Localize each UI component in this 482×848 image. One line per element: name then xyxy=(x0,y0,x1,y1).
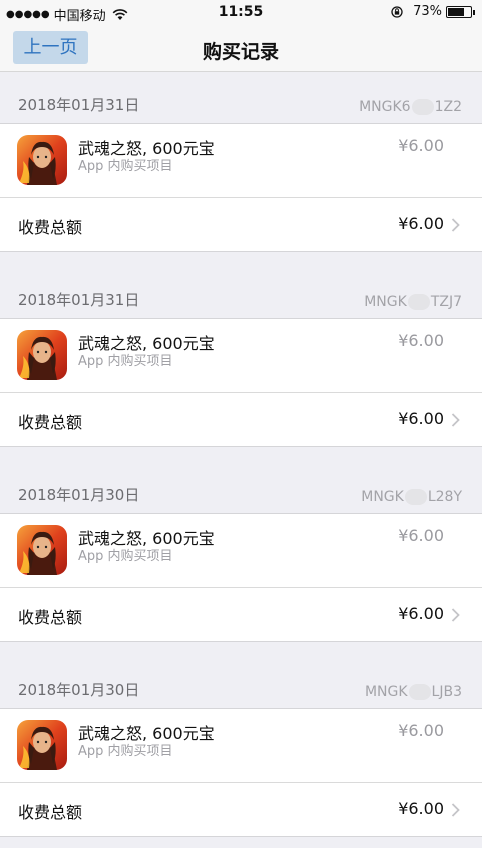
item-type: App 内购买项目 xyxy=(78,159,173,174)
redacted-mark xyxy=(408,684,431,700)
item-type: App 内购买项目 xyxy=(78,354,173,369)
order-id-prefix: MNGK xyxy=(364,294,407,310)
order-id-prefix: MNGK6 xyxy=(359,99,411,115)
order-id-prefix: MNGK xyxy=(364,684,408,700)
purchase-section: 2018年01月30日 MNGK L28Y 武魂之怒, 600元宝 App 内购买… xyxy=(0,462,482,642)
redacted-mark xyxy=(404,489,427,505)
purchase-item-row[interactable]: 武魂之怒, 600元宝 App 内购买项目 ¥6.00 xyxy=(0,319,482,393)
total-amount: ¥6.00 xyxy=(398,604,444,623)
total-row[interactable]: 收费总额 ¥6.00 xyxy=(0,783,482,837)
order-id-suffix: TZJ7 xyxy=(430,294,462,310)
order-id: MNGK TZJ7 xyxy=(364,294,462,310)
total-amount: ¥6.00 xyxy=(398,214,444,233)
item-price: ¥6.00 xyxy=(398,136,444,155)
chevron-right-icon xyxy=(451,803,460,817)
redacted-mark xyxy=(407,294,430,310)
purchase-section: 2018年01月31日 MNGK6 1Z2 武魂之怒, 600元宝 App 内购… xyxy=(0,72,482,252)
chevron-right-icon xyxy=(451,218,460,232)
orientation-lock-icon xyxy=(391,5,403,18)
order-id: MNGK6 1Z2 xyxy=(359,99,462,115)
total-row[interactable]: 收费总额 ¥6.00 xyxy=(0,198,482,252)
total-row[interactable]: 收费总额 ¥6.00 xyxy=(0,393,482,447)
section-header: 2018年01月31日 MNGK TZJ7 xyxy=(0,267,482,319)
item-type: App 内购买项目 xyxy=(78,744,173,759)
total-label: 收费总额 xyxy=(18,413,83,432)
game-app-icon xyxy=(17,720,67,770)
game-app-icon xyxy=(17,525,67,575)
purchase-date: 2018年01月31日 xyxy=(18,291,140,309)
total-label: 收费总额 xyxy=(18,608,83,627)
purchase-section: 2018年01月30日 MNGK LJB3 武魂之怒, 600元宝 App 内购买… xyxy=(0,657,482,837)
item-price: ¥6.00 xyxy=(398,526,444,545)
status-bar: ●●●●● 中国移动 11:55 73% xyxy=(0,0,482,26)
order-id-suffix: L28Y xyxy=(427,489,462,505)
purchase-date: 2018年01月30日 xyxy=(18,486,140,504)
section-header: 2018年01月31日 MNGK6 1Z2 xyxy=(0,72,482,124)
total-label: 收费总额 xyxy=(18,218,83,237)
total-amount: ¥6.00 xyxy=(398,799,444,818)
purchase-item-row[interactable]: 武魂之怒, 600元宝 App 内购买项目 ¥6.00 xyxy=(0,514,482,588)
section-header: 2018年01月30日 MNGK L28Y xyxy=(0,462,482,514)
purchase-date: 2018年01月30日 xyxy=(18,681,140,699)
total-row[interactable]: 收费总额 ¥6.00 xyxy=(0,588,482,642)
battery-level xyxy=(448,7,464,16)
order-id: MNGK L28Y xyxy=(361,489,462,505)
total-amount: ¥6.00 xyxy=(398,409,444,428)
navigation-bar: 上一页 购买记录 xyxy=(0,26,482,72)
game-app-icon xyxy=(17,330,67,380)
purchase-section: 2018年01月31日 MNGK TZJ7 武魂之怒, 600元宝 App 内购买… xyxy=(0,267,482,447)
battery-tip xyxy=(473,9,475,15)
page-title: 购买记录 xyxy=(202,41,279,63)
total-label: 收费总额 xyxy=(18,803,83,822)
purchase-item-row[interactable]: 武魂之怒, 600元宝 App 内购买项目 ¥6.00 xyxy=(0,124,482,198)
order-id-suffix: LJB3 xyxy=(431,684,462,700)
purchase-history-screen: ●●●●● 中国移动 11:55 73% 上一页 购买记录 2018年01月31… xyxy=(0,0,482,848)
chevron-right-icon xyxy=(451,608,460,622)
purchase-date: 2018年01月31日 xyxy=(18,96,140,114)
redacted-mark xyxy=(411,99,434,115)
purchase-item-row[interactable]: 武魂之怒, 600元宝 App 内购买项目 ¥6.00 xyxy=(0,709,482,783)
game-app-icon xyxy=(17,135,67,185)
order-id: MNGK LJB3 xyxy=(365,684,462,700)
order-id-suffix: 1Z2 xyxy=(434,99,462,115)
section-header: 2018年01月30日 MNGK LJB3 xyxy=(0,657,482,709)
battery-percent: 73% xyxy=(413,4,442,19)
chevron-right-icon xyxy=(451,413,460,427)
item-type: App 内购买项目 xyxy=(78,549,173,564)
item-price: ¥6.00 xyxy=(398,331,444,350)
battery-icon xyxy=(446,5,475,18)
status-right: 73% xyxy=(391,4,475,19)
order-id-prefix: MNGK xyxy=(361,489,404,505)
item-price: ¥6.00 xyxy=(398,721,444,740)
